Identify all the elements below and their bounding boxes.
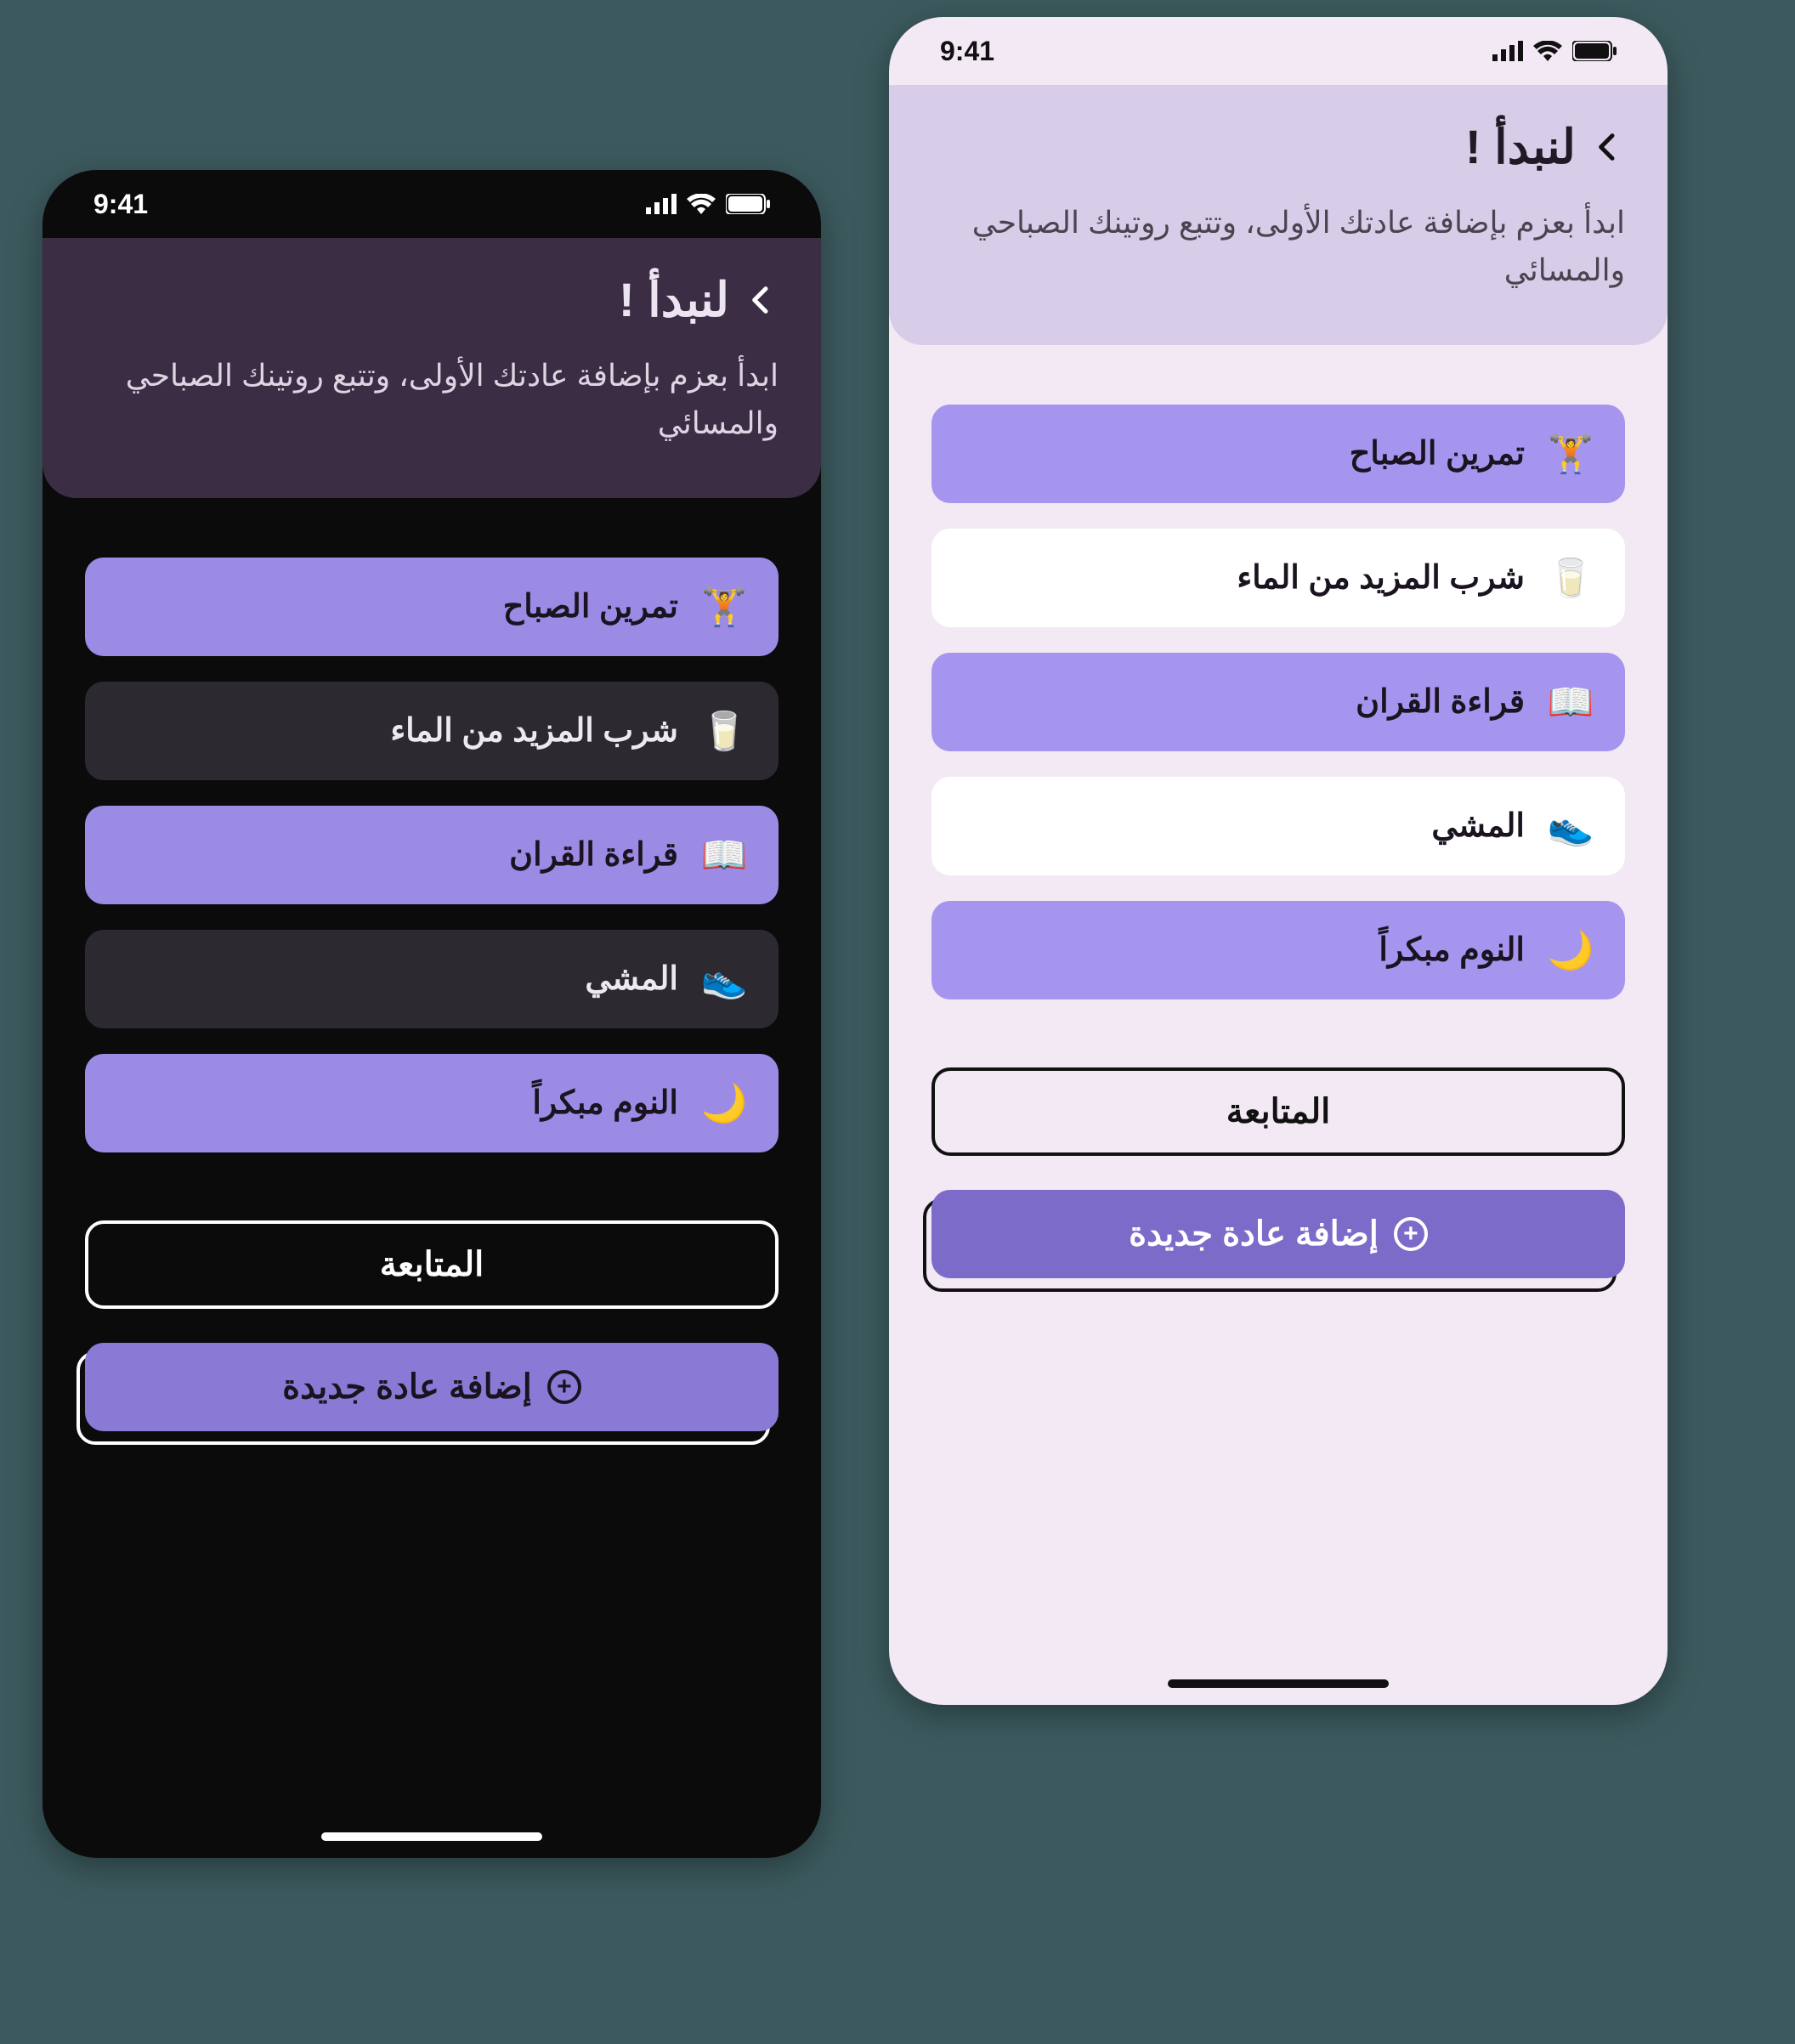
dumbbell-icon: 🏋️ <box>1547 430 1594 478</box>
habit-label: النوم مبكراً <box>1379 931 1525 969</box>
habit-item-morning-workout[interactable]: 🏋️ تمرين الصباح <box>85 558 779 656</box>
status-bar: 9:41 <box>889 17 1668 85</box>
action-buttons: المتابعة + إضافة عادة جديدة <box>889 1025 1668 1368</box>
add-habit-button[interactable]: + إضافة عادة جديدة <box>931 1190 1625 1283</box>
back-chevron-icon[interactable] <box>745 283 779 317</box>
add-habit-label: إضافة عادة جديدة <box>282 1367 532 1407</box>
add-habit-button[interactable]: + إضافة عادة جديدة <box>85 1343 779 1436</box>
habit-label: المشي <box>585 960 678 998</box>
signal-icon <box>646 194 677 214</box>
habit-label: النوم مبكراً <box>532 1084 678 1122</box>
wifi-icon <box>1533 41 1562 61</box>
battery-icon <box>1572 41 1617 61</box>
glass-icon: 🥛 <box>1547 554 1594 602</box>
habit-item-sleep-early[interactable]: 🌙 النوم مبكراً <box>85 1054 779 1152</box>
habit-label: قراءة القران <box>509 835 678 874</box>
habit-item-drink-water[interactable]: 🥛 شرب المزيد من الماء <box>85 682 779 780</box>
continue-button[interactable]: المتابعة <box>931 1067 1625 1156</box>
plus-icon: + <box>1394 1217 1428 1251</box>
home-indicator[interactable] <box>321 1832 542 1841</box>
dumbbell-icon: 🏋️ <box>700 583 748 631</box>
page-subtitle: ابدأ بعزم بإضافة عادتك الأولى، وتتبع روت… <box>931 199 1625 294</box>
habit-item-drink-water[interactable]: 🥛 شرب المزيد من الماء <box>931 529 1625 627</box>
status-time: 9:41 <box>940 36 994 67</box>
habit-item-morning-workout[interactable]: 🏋️ تمرين الصباح <box>931 405 1625 503</box>
book-icon: 📖 <box>700 831 748 879</box>
phone-light: 9:41 لنبدأ ! ابدأ بعزم بإضافة عادتك الأو… <box>889 17 1668 1705</box>
habit-item-read-quran[interactable]: 📖 قراءة القران <box>931 653 1625 751</box>
page-header: لنبدأ ! ابدأ بعزم بإضافة عادتك الأولى، و… <box>42 238 821 498</box>
status-icons <box>646 194 770 214</box>
habit-item-walking[interactable]: 👟 المشي <box>931 777 1625 875</box>
status-bar: 9:41 <box>42 170 821 238</box>
moon-icon: 🌙 <box>700 1079 748 1127</box>
back-chevron-icon[interactable] <box>1591 130 1625 164</box>
status-icons <box>1492 41 1617 61</box>
shoe-icon: 👟 <box>1547 802 1594 850</box>
status-time: 9:41 <box>93 189 148 220</box>
phone-dark: 9:41 لنبدأ ! ابدأ بعزم بإضافة عادتك الأو… <box>42 170 821 1858</box>
page-header: لنبدأ ! ابدأ بعزم بإضافة عادتك الأولى، و… <box>889 85 1668 345</box>
page-subtitle: ابدأ بعزم بإضافة عادتك الأولى، وتتبع روت… <box>85 352 779 447</box>
habit-label: شرب المزيد من الماء <box>1237 558 1525 597</box>
page-title: لنبدأ ! <box>1465 119 1576 175</box>
habit-item-sleep-early[interactable]: 🌙 النوم مبكراً <box>931 901 1625 999</box>
continue-label: المتابعة <box>380 1245 484 1284</box>
habit-label: المشي <box>1431 807 1525 845</box>
habit-list: 🏋️ تمرين الصباح 🥛 شرب المزيد من الماء 📖 … <box>889 345 1668 999</box>
habit-label: تمرين الصباح <box>503 587 678 626</box>
plus-icon: + <box>547 1370 581 1404</box>
book-icon: 📖 <box>1547 678 1594 726</box>
habit-item-read-quran[interactable]: 📖 قراءة القران <box>85 806 779 904</box>
wifi-icon <box>687 194 716 214</box>
home-indicator[interactable] <box>1168 1679 1389 1688</box>
shoe-icon: 👟 <box>700 955 748 1003</box>
habit-label: شرب المزيد من الماء <box>390 711 678 750</box>
continue-label: المتابعة <box>1226 1092 1331 1131</box>
habit-list: 🏋️ تمرين الصباح 🥛 شرب المزيد من الماء 📖 … <box>42 498 821 1152</box>
page-title: لنبدأ ! <box>619 272 729 328</box>
habit-label: قراءة القران <box>1356 682 1525 721</box>
moon-icon: 🌙 <box>1547 926 1594 974</box>
glass-icon: 🥛 <box>700 707 748 755</box>
battery-icon <box>726 194 770 214</box>
habit-label: تمرين الصباح <box>1350 434 1525 473</box>
action-buttons: المتابعة + إضافة عادة جديدة <box>42 1178 821 1521</box>
habit-item-walking[interactable]: 👟 المشي <box>85 930 779 1028</box>
add-habit-label: إضافة عادة جديدة <box>1129 1215 1379 1254</box>
continue-button[interactable]: المتابعة <box>85 1220 779 1309</box>
signal-icon <box>1492 41 1523 61</box>
